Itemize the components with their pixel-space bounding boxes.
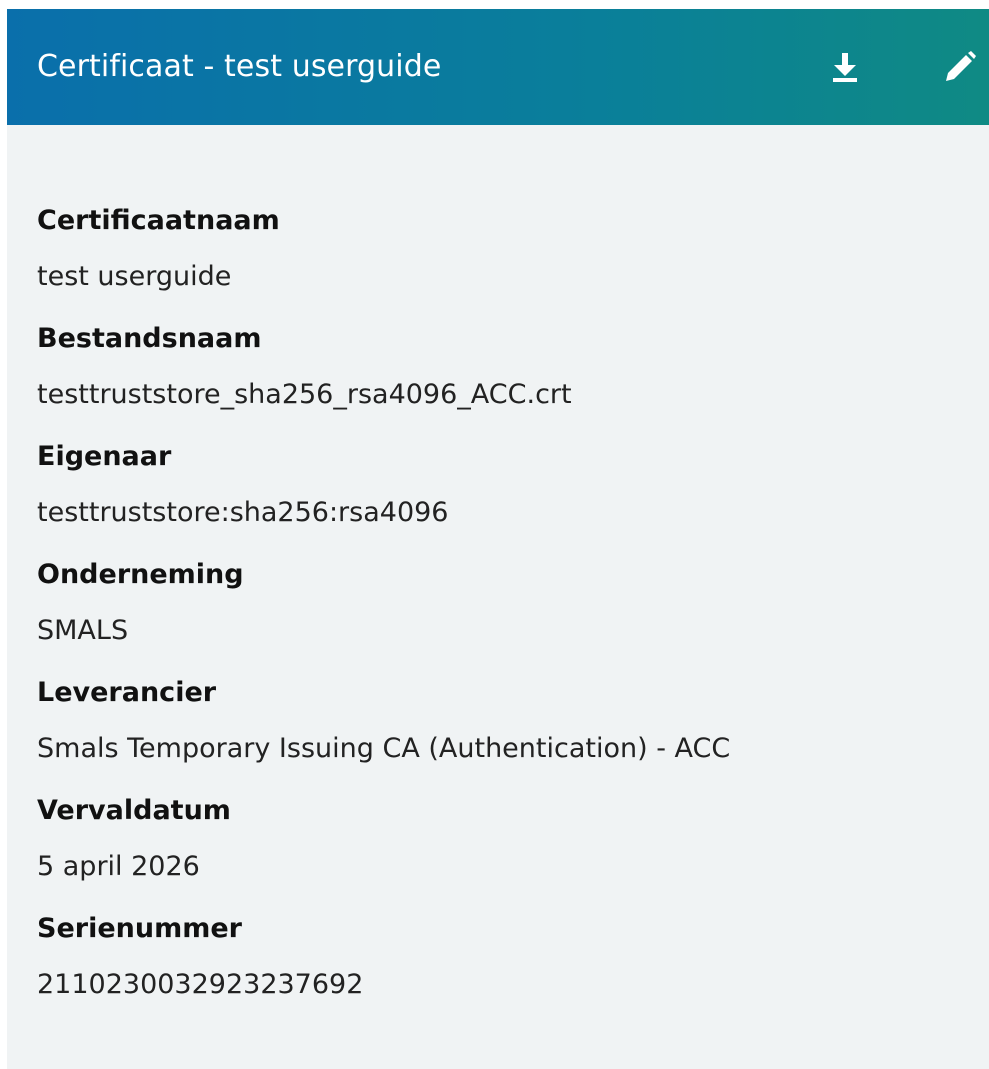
pencil-edit-icon (946, 51, 976, 81)
field-label: Onderneming (37, 559, 244, 590)
download-button[interactable] (827, 49, 863, 85)
field-owner: Eigenaar testtruststore:sha256:rsa4096 (37, 435, 989, 535)
field-file-name: Bestandsnaam testtruststore_sha256_rsa40… (37, 317, 989, 417)
panel-body: Certificaatnaam test userguide Bestandsn… (7, 125, 989, 1007)
field-supplier: Leverancier Smals Temporary Issuing CA (… (37, 671, 989, 771)
download-icon (833, 53, 857, 82)
field-value: SMALS (37, 615, 129, 646)
field-label: Vervaldatum (37, 795, 231, 826)
field-value: 5 april 2026 (37, 851, 200, 882)
field-label: Leverancier (37, 677, 217, 708)
certificate-detail-panel: Certificaat - test userguide Certificaat… (7, 9, 989, 1069)
field-label: Eigenaar (37, 441, 172, 472)
field-value: testtruststore:sha256:rsa4096 (37, 497, 449, 528)
panel-header: Certificaat - test userguide (7, 9, 989, 125)
field-certificate-name: Certificaatnaam test userguide (37, 199, 989, 299)
field-value: 211023003292323769​2 (37, 969, 364, 1000)
field-label: Bestandsnaam (37, 323, 262, 354)
field-value: test userguide (37, 261, 232, 292)
field-company: Onderneming SMALS (37, 553, 989, 653)
field-expiry-date: Vervaldatum 5 april 2026 (37, 789, 989, 889)
edit-button[interactable] (942, 49, 978, 85)
field-serial-number: Serienummer 211023003292323769​2 (37, 907, 989, 1007)
field-value: Smals Temporary Issuing CA (Authenticati… (37, 733, 731, 764)
field-value: testtruststore_sha256_rsa4096_ACC.crt (37, 379, 572, 410)
panel-title: Certificaat - test userguide (37, 49, 442, 84)
field-label: Certificaatnaam (37, 205, 280, 236)
field-label: Serienummer (37, 913, 242, 944)
